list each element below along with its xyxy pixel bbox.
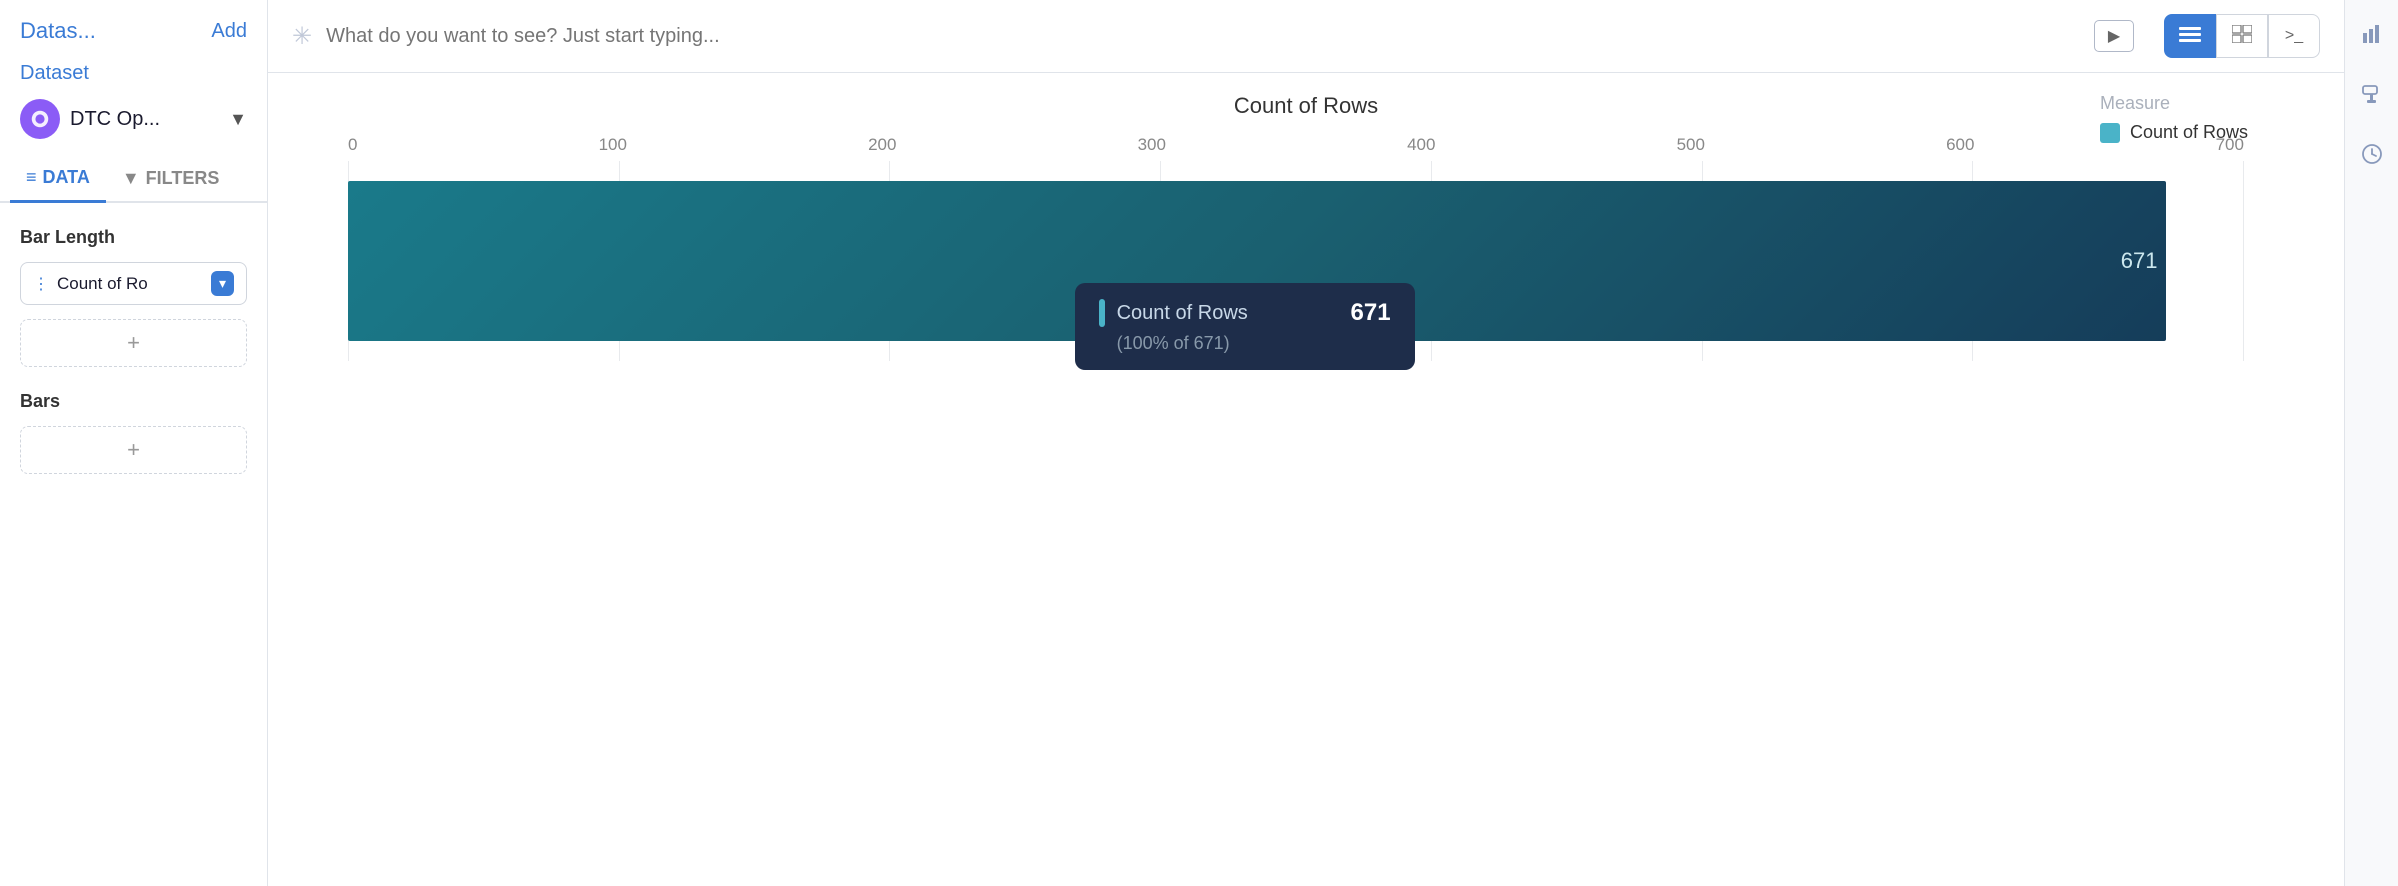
- tooltip-row: Count of Rows 671: [1099, 299, 1391, 327]
- search-play-button[interactable]: ▶: [2094, 20, 2134, 52]
- sidebar-tabs: ≡ DATA ▼ FILTERS: [0, 153, 267, 203]
- add-measure-button[interactable]: +: [20, 319, 247, 367]
- right-sidebar: [2344, 0, 2398, 886]
- right-clock-icon[interactable]: [2354, 136, 2390, 172]
- code-view-button[interactable]: >_: [2268, 14, 2320, 58]
- dataset-row: Dataset: [0, 54, 267, 99]
- pill-text: Count of Ro: [57, 274, 203, 294]
- right-chart-icon[interactable]: [2354, 16, 2390, 52]
- search-input[interactable]: [326, 25, 2080, 48]
- grid-line-7: [2243, 161, 2244, 361]
- tab-data[interactable]: ≡ DATA: [10, 153, 106, 203]
- view-toggles: >_: [2164, 14, 2320, 58]
- tooltip-label: Count of Rows: [1117, 302, 1339, 325]
- sidebar-content: Bar Length ⋮ Count of Ro ▾ + Bars +: [0, 203, 267, 886]
- bars-label: Bars: [20, 391, 247, 412]
- search-bar: ✳ ▶: [268, 0, 2344, 73]
- dataset-svg-icon: [29, 108, 51, 130]
- search-input-container: [326, 25, 2080, 48]
- chart-view-button[interactable]: [2164, 14, 2216, 58]
- bar-chart-icon: [2361, 23, 2383, 45]
- right-paint-icon[interactable]: [2354, 76, 2390, 112]
- tab-data-label: DATA: [43, 167, 90, 188]
- legend-color-swatch: [2100, 123, 2120, 143]
- sidebar: Datas... Add Dataset DTC Op... ▼ ≡ DATA …: [0, 0, 268, 886]
- measure-title: Measure: [2100, 93, 2320, 114]
- tab-filters-icon: ▼: [122, 168, 140, 189]
- axis-label-1: 100: [599, 135, 627, 155]
- tooltip-value: 671: [1351, 299, 1391, 327]
- chart-legend: Measure Count of Rows: [2100, 93, 2320, 143]
- tab-filters-label: FILTERS: [146, 168, 220, 189]
- bar-length-label: Bar Length: [20, 227, 247, 248]
- chart-title: Count of Rows: [268, 93, 2344, 119]
- code-view-icon: >_: [2285, 27, 2303, 45]
- axis-label-5: 500: [1677, 135, 1705, 155]
- clock-icon: [2361, 143, 2383, 165]
- x-axis-labels: 0 100 200 300 400 500 600 700: [268, 135, 2344, 155]
- dataset-label: Dataset: [20, 62, 89, 85]
- chart-tooltip: Count of Rows 671 (100% of 671): [1075, 283, 1415, 370]
- datasets-label: Datas...: [20, 18, 96, 44]
- bar-length-pill[interactable]: ⋮ Count of Ro ▾: [20, 262, 247, 305]
- dataset-dropdown-arrow[interactable]: ▼: [229, 109, 247, 130]
- tab-data-icon: ≡: [26, 167, 37, 188]
- bar-value-label: 671: [2121, 248, 2158, 274]
- tooltip-color-bar: [1099, 299, 1105, 327]
- tab-filters[interactable]: ▼ FILTERS: [106, 153, 236, 201]
- dataset-name: DTC Op...: [70, 108, 223, 131]
- table-view-button[interactable]: [2216, 14, 2268, 58]
- axis-label-0: 0: [348, 135, 357, 155]
- paint-roller-icon: [2361, 83, 2383, 105]
- main-area: ✳ ▶: [268, 0, 2344, 886]
- legend-label-0: Count of Rows: [2130, 122, 2248, 143]
- add-bars-button[interactable]: +: [20, 426, 247, 474]
- axis-label-3: 300: [1138, 135, 1166, 155]
- pill-drag-icon: ⋮: [33, 274, 49, 294]
- tooltip-percent: (100% of 671): [1099, 333, 1391, 354]
- dataset-selector[interactable]: DTC Op... ▼: [0, 99, 267, 153]
- axis-label-6: 600: [1946, 135, 1974, 155]
- search-star-icon: ✳: [292, 22, 312, 51]
- play-icon: ▶: [2108, 26, 2120, 46]
- dataset-icon: [20, 99, 60, 139]
- chart-area: Count of Rows 0 100 200 300 400 500 600 …: [268, 73, 2344, 886]
- add-button[interactable]: Add: [211, 20, 247, 43]
- chart-view-icon: [2179, 25, 2201, 48]
- legend-item-0: Count of Rows: [2100, 122, 2320, 143]
- axis-label-2: 200: [868, 135, 896, 155]
- pill-dropdown-button[interactable]: ▾: [211, 271, 234, 296]
- axis-label-4: 400: [1407, 135, 1435, 155]
- sidebar-top: Datas... Add: [0, 0, 267, 54]
- table-view-icon: [2232, 25, 2252, 48]
